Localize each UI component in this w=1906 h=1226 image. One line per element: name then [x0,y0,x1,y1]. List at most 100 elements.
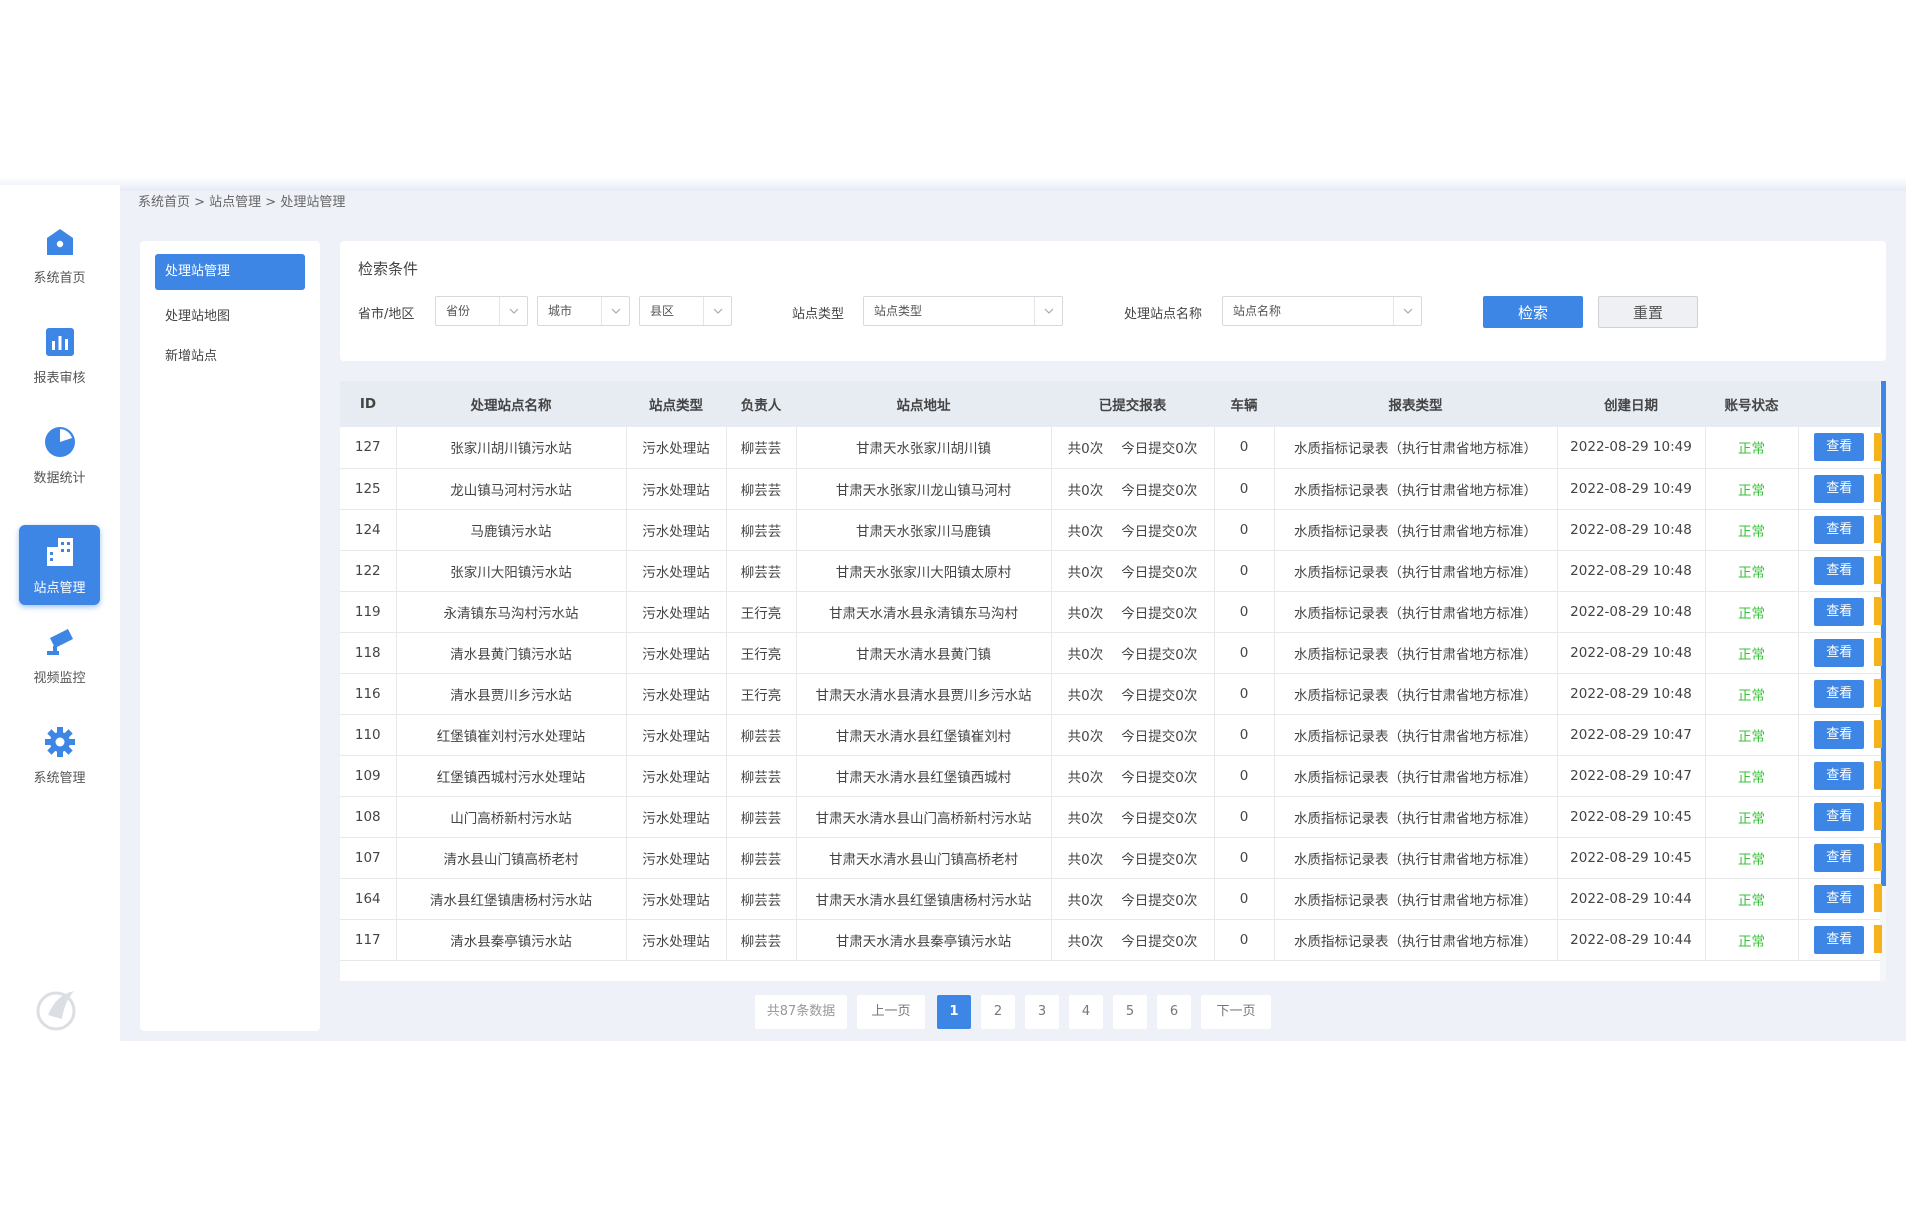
cell-id: 116 [340,673,397,714]
view-button[interactable]: 查看 [1814,597,1865,626]
view-button[interactable]: 查看 [1814,925,1865,954]
page-button-5[interactable]: 5 [1113,995,1147,1029]
edit-button-edge[interactable] [1874,474,1882,502]
nav-item-video[interactable]: 视频监控 [19,615,100,695]
edit-button-edge[interactable] [1874,802,1882,830]
cell-station-type: 污水处理站 [626,919,727,960]
edit-button-edge[interactable] [1874,720,1882,748]
edit-button-edge[interactable] [1874,843,1882,871]
cell-report-type: 水质指标记录表（执行甘肃省地方标准） [1274,714,1558,755]
station-name-value: 站点名称 [1233,304,1282,318]
next-page-button[interactable]: 下一页 [1201,995,1271,1029]
page-button-6[interactable]: 6 [1157,995,1191,1029]
edit-button-edge[interactable] [1874,556,1882,584]
edit-button-edge[interactable] [1874,433,1882,461]
cell-action: 查看 [1798,427,1880,468]
cell-manager: 柳芸芸 [726,509,797,550]
page-button-4[interactable]: 4 [1069,995,1103,1029]
chevron-down-icon [601,297,629,325]
edit-button-edge[interactable] [1874,638,1882,666]
nav-item-system[interactable]: 系统管理 [19,715,100,795]
cell-created-date: 2022-08-29 10:48 [1557,509,1706,550]
reset-button[interactable]: 重置 [1598,296,1698,328]
nav-item-home[interactable]: 系统首页 [19,215,100,295]
cell-station-type: 污水处理站 [626,837,727,878]
status-badge: 正常 [1738,851,1765,868]
prev-page-button[interactable]: 上一页 [857,995,925,1029]
province-value: 省份 [446,304,471,318]
page-button-1[interactable]: 1 [937,995,971,1029]
page-button-2[interactable]: 2 [981,995,1015,1029]
app-body: 系统首页 报表审核 数据统计 站点管理 视频监控 系统管理 系统首页 > 站点管… [0,177,1906,1041]
submitted-total: 共0次 [1067,482,1104,499]
view-button[interactable]: 查看 [1814,884,1865,913]
submitted-total: 共0次 [1067,892,1104,909]
view-button[interactable]: 查看 [1814,433,1865,462]
cell-status: 正常 [1705,550,1799,591]
cell-submitted: 共0次 今日提交0次 [1051,550,1215,591]
view-button[interactable]: 查看 [1814,802,1865,831]
county-select[interactable]: 县区 [639,296,732,326]
submenu-item-station-map[interactable]: 处理站地图 [155,299,305,335]
chevron-down-icon [499,297,527,325]
cell-manager: 柳芸芸 [726,878,797,919]
cell-vehicles: 0 [1214,509,1275,550]
view-button[interactable]: 查看 [1814,474,1865,503]
cell-vehicles: 0 [1214,550,1275,591]
edit-button-edge[interactable] [1874,679,1882,707]
view-button[interactable]: 查看 [1814,843,1865,872]
submenu-item-add-station[interactable]: 新增站点 [155,339,305,375]
view-button[interactable]: 查看 [1814,720,1865,749]
nav-item-reports[interactable]: 报表审核 [19,315,100,395]
cell-submitted: 共0次 今日提交0次 [1051,714,1215,755]
nav-label: 数据统计 [33,470,86,486]
table-row: 109 红堡镇西城村污水处理站 污水处理站 柳芸芸 甘肃天水清水县红堡镇西城村 共0次 今日… [340,755,1880,796]
page-button-3[interactable]: 3 [1025,995,1059,1029]
search-title: 检索条件 [358,260,419,278]
cell-station-type: 污水处理站 [626,591,727,632]
cell-action: 查看 [1798,919,1880,960]
station-type-label: 站点类型 [792,307,845,322]
cell-created-date: 2022-08-29 10:45 [1557,837,1706,878]
table-row: 108 山门高桥新村污水站 污水处理站 柳芸芸 甘肃天水清水县山门高桥新村污水站 共0次今… [340,796,1880,837]
submenu-item-station-management[interactable]: 处理站管理 [155,254,305,290]
search-button[interactable]: 检索 [1483,296,1583,328]
city-select[interactable]: 城市 [537,296,630,326]
cell-station-type: 污水处理站 [626,550,727,591]
province-select[interactable]: 省份 [435,296,528,326]
breadcrumb: 系统首页 > 站点管理 > 处理站管理 [138,195,346,210]
submitted-today: 今日提交0次 [1121,523,1198,540]
submitted-total: 共0次 [1067,810,1104,827]
chevron-down-icon [1034,297,1062,325]
edit-button-edge[interactable] [1874,884,1882,912]
view-button[interactable]: 查看 [1814,556,1865,585]
cell-created-date: 2022-08-29 10:44 [1557,878,1706,919]
table-row: 110 红堡镇崔刘村污水处理站 污水处理站 柳芸芸 甘肃天水清水县红堡镇崔刘村 共0次 今日… [340,714,1880,755]
edit-button-edge[interactable] [1874,761,1882,789]
edit-button-edge[interactable] [1874,925,1882,953]
cell-action: 查看 [1798,796,1880,837]
station-name-select[interactable]: 站点名称 [1222,296,1422,326]
edit-button-edge[interactable] [1874,597,1882,625]
submitted-total: 共0次 [1067,769,1104,786]
cell-action: 查看 [1798,632,1880,673]
cell-submitted: 共0次 今日提交0次 [1051,632,1215,673]
view-button[interactable]: 查看 [1814,638,1865,667]
cell-created-date: 2022-08-29 10:49 [1557,468,1706,509]
cell-vehicles: 0 [1214,591,1275,632]
station-type-select[interactable]: 站点类型 [863,296,1063,326]
cell-manager: 柳芸芸 [726,468,797,509]
view-button[interactable]: 查看 [1814,515,1865,544]
nav-item-statistics[interactable]: 数据统计 [19,415,100,495]
cell-status: 正常 [1705,427,1799,468]
table-row: 118 清水县黄门镇污水站 污水处理站 王行亮 甘肃天水清水县黄门镇 共0次 今日提交0次 0… [340,632,1880,673]
submitted-today: 今日提交0次 [1121,564,1198,581]
column-header: 站点地址 [896,398,951,414]
cell-station-name: 红堡镇西城村污水处理站 [396,755,627,796]
edit-button-edge[interactable] [1874,515,1882,543]
cell-created-date: 2022-08-29 10:45 [1557,796,1706,837]
cell-vehicles: 0 [1214,673,1275,714]
view-button[interactable]: 查看 [1814,761,1865,790]
view-button[interactable]: 查看 [1814,679,1865,708]
nav-item-site-management[interactable]: 站点管理 [19,525,100,605]
